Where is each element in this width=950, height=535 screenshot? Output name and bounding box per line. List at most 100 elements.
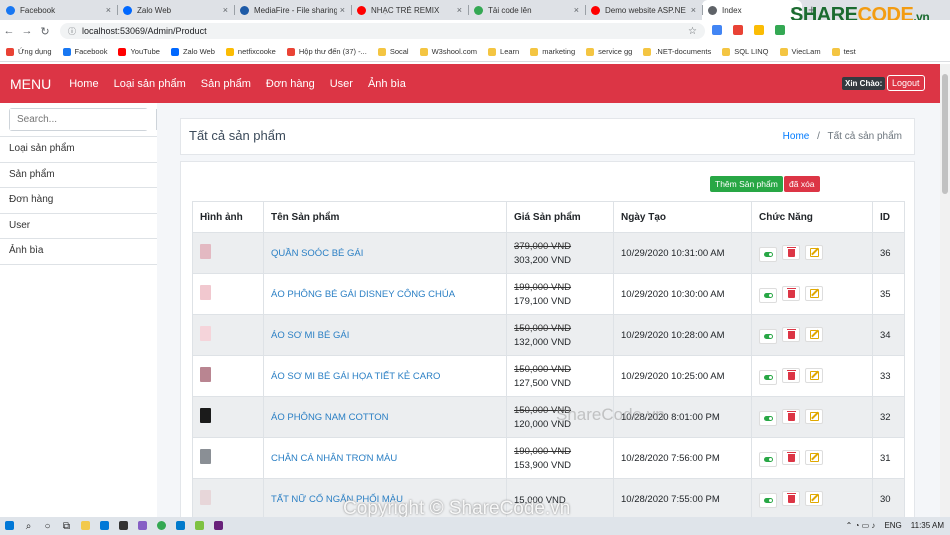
url-field[interactable]: ⓘ localhost:53069/Admin/Product ☆ bbox=[60, 23, 705, 39]
sidebar-item-cover-image[interactable]: Ảnh bìa bbox=[0, 239, 157, 265]
bookmark-item[interactable]: W3shool.com bbox=[419, 47, 478, 56]
edit-button[interactable] bbox=[805, 367, 823, 383]
nav-link-categories[interactable]: Loại sản phẩm bbox=[114, 78, 186, 90]
bookmark-item[interactable]: netfixcooke bbox=[225, 47, 276, 56]
tray-icons[interactable]: ⌃ ◔ ▭ ♪ bbox=[846, 521, 876, 530]
delete-button[interactable] bbox=[782, 450, 800, 465]
bookmark-label: W3shool.com bbox=[431, 47, 478, 56]
browser-tab[interactable]: NHẠC TRẺ REMIX × bbox=[351, 0, 468, 20]
product-name-link[interactable]: QUẦN SOÓC BÉ GÁI bbox=[271, 248, 363, 259]
bookmark-star-icon[interactable]: ☆ bbox=[688, 26, 697, 37]
edit-button[interactable] bbox=[805, 285, 823, 301]
mail-icon[interactable] bbox=[95, 521, 114, 532]
task-view-icon[interactable]: ⧉ bbox=[57, 521, 76, 532]
close-tab-icon[interactable]: × bbox=[106, 5, 111, 15]
vscode-icon[interactable] bbox=[171, 521, 190, 532]
bookmark-item[interactable]: Facebook bbox=[62, 47, 107, 56]
visual-studio-icon[interactable] bbox=[133, 521, 152, 532]
browser-tab[interactable]: Demo website ASP.NE × bbox=[585, 0, 702, 20]
nav-link-user[interactable]: User bbox=[330, 78, 353, 90]
info-icon[interactable]: ⓘ bbox=[68, 26, 76, 37]
cortana-icon[interactable]: ○ bbox=[38, 521, 57, 532]
visual-studio-icon[interactable] bbox=[209, 521, 228, 532]
product-name-link[interactable]: ÁO PHÔNG NAM COTTON bbox=[271, 412, 389, 423]
bookmark-item[interactable]: Socal bbox=[377, 47, 409, 56]
extension-icon[interactable] bbox=[754, 25, 764, 35]
toggle-status-button[interactable] bbox=[759, 328, 777, 344]
browser-tab[interactable]: Facebook × bbox=[0, 0, 117, 20]
extension-icon[interactable] bbox=[733, 25, 743, 35]
sidebar-item-products[interactable]: Sản phẩm bbox=[0, 163, 157, 188]
search-input[interactable] bbox=[10, 109, 156, 130]
product-name-link[interactable]: ÁO SƠ MI BÉ GÁI bbox=[271, 330, 349, 341]
bookmark-item[interactable]: .NET-documents bbox=[643, 47, 711, 56]
edit-button[interactable] bbox=[805, 408, 823, 424]
sidebar-item-user[interactable]: User bbox=[0, 214, 157, 239]
product-name-link[interactable]: ÁO SƠ MI BÉ GÁI HỌA TIẾT KẺ CARO bbox=[271, 371, 440, 382]
reload-icon[interactable]: ↻ bbox=[36, 25, 54, 38]
bookmark-item[interactable]: Hộp thư đến (37) -... bbox=[286, 47, 367, 56]
extension-icon[interactable] bbox=[775, 25, 785, 35]
toggle-status-button[interactable] bbox=[759, 246, 777, 262]
browser-tab[interactable]: Tải code lên × bbox=[468, 0, 585, 20]
bookmark-item[interactable]: Zalo Web bbox=[170, 47, 215, 56]
edit-button[interactable] bbox=[805, 244, 823, 260]
close-tab-icon[interactable]: × bbox=[574, 5, 579, 15]
logout-button[interactable]: Logout bbox=[887, 75, 925, 91]
back-icon[interactable]: ← bbox=[0, 25, 18, 37]
language-indicator[interactable]: ENG bbox=[884, 521, 901, 530]
edit-button[interactable] bbox=[805, 449, 823, 465]
product-name-link[interactable]: CHÂN CÁ NHÂN TRƠN MÀU bbox=[271, 453, 397, 464]
toggle-status-button[interactable] bbox=[759, 451, 777, 467]
product-name-link[interactable]: ÁO PHÔNG BÉ GÁI DISNEY CÔNG CHÚA bbox=[271, 289, 455, 300]
close-tab-icon[interactable]: × bbox=[457, 5, 462, 15]
close-tab-icon[interactable]: × bbox=[691, 5, 696, 15]
translate-extension-icon[interactable] bbox=[712, 25, 722, 35]
toggle-status-button[interactable] bbox=[759, 287, 777, 303]
app-icon[interactable] bbox=[190, 521, 209, 532]
toggle-status-button[interactable] bbox=[759, 369, 777, 385]
search-icon[interactable]: ⌕ bbox=[19, 521, 38, 532]
bookmark-item[interactable]: test bbox=[831, 47, 856, 56]
bookmark-item[interactable]: service gg bbox=[586, 47, 632, 56]
toggle-status-button[interactable] bbox=[759, 492, 777, 508]
scrollbar-thumb[interactable] bbox=[942, 74, 948, 194]
sidebar-item-orders[interactable]: Đơn hàng bbox=[0, 188, 157, 214]
windows-start-icon[interactable] bbox=[0, 521, 19, 532]
close-tab-icon[interactable]: × bbox=[340, 5, 345, 15]
browser-tab[interactable]: Index × bbox=[702, 0, 802, 20]
nav-link-orders[interactable]: Đơn hàng bbox=[266, 78, 315, 90]
bookmark-item[interactable]: Learn bbox=[488, 47, 519, 56]
navbar-brand[interactable]: MENU bbox=[10, 76, 51, 92]
browser-tab[interactable]: Zalo Web × bbox=[117, 0, 234, 20]
delete-button[interactable] bbox=[782, 286, 800, 301]
nav-link-home[interactable]: Home bbox=[69, 78, 98, 90]
delete-button[interactable] bbox=[782, 409, 800, 424]
add-product-button[interactable]: Thêm Sản phẩm bbox=[710, 176, 783, 192]
edit-button[interactable] bbox=[805, 490, 823, 506]
bookmark-item[interactable]: ViecLam bbox=[779, 47, 821, 56]
page-scrollbar[interactable] bbox=[940, 64, 950, 517]
deleted-products-button[interactable]: đã xóa bbox=[784, 176, 820, 192]
bookmark-item[interactable]: Ứng dụng bbox=[6, 47, 52, 56]
close-tab-icon[interactable]: × bbox=[223, 5, 228, 15]
forward-icon[interactable]: → bbox=[18, 25, 36, 37]
delete-button[interactable] bbox=[782, 491, 800, 506]
breadcrumb-home-link[interactable]: Home bbox=[783, 131, 810, 142]
edit-button[interactable] bbox=[805, 326, 823, 342]
delete-button[interactable] bbox=[782, 368, 800, 383]
bookmark-item[interactable]: marketing bbox=[530, 47, 575, 56]
toggle-status-button[interactable] bbox=[759, 410, 777, 426]
delete-button[interactable] bbox=[782, 245, 800, 260]
chrome-icon[interactable] bbox=[152, 521, 171, 532]
nav-link-cover-image[interactable]: Ảnh bìa bbox=[368, 78, 406, 90]
sidebar-item-categories[interactable]: Loại sản phẩm bbox=[0, 137, 157, 163]
store-icon[interactable] bbox=[114, 521, 133, 532]
clock[interactable]: 11:35 AM bbox=[911, 521, 944, 530]
delete-button[interactable] bbox=[782, 327, 800, 342]
browser-tab[interactable]: MediaFire - File sharing × bbox=[234, 0, 351, 20]
file-explorer-icon[interactable] bbox=[76, 521, 95, 532]
bookmark-item[interactable]: YouTube bbox=[118, 47, 160, 56]
nav-link-products[interactable]: Sản phẩm bbox=[201, 78, 251, 90]
bookmark-item[interactable]: SQL LINQ bbox=[722, 47, 769, 56]
